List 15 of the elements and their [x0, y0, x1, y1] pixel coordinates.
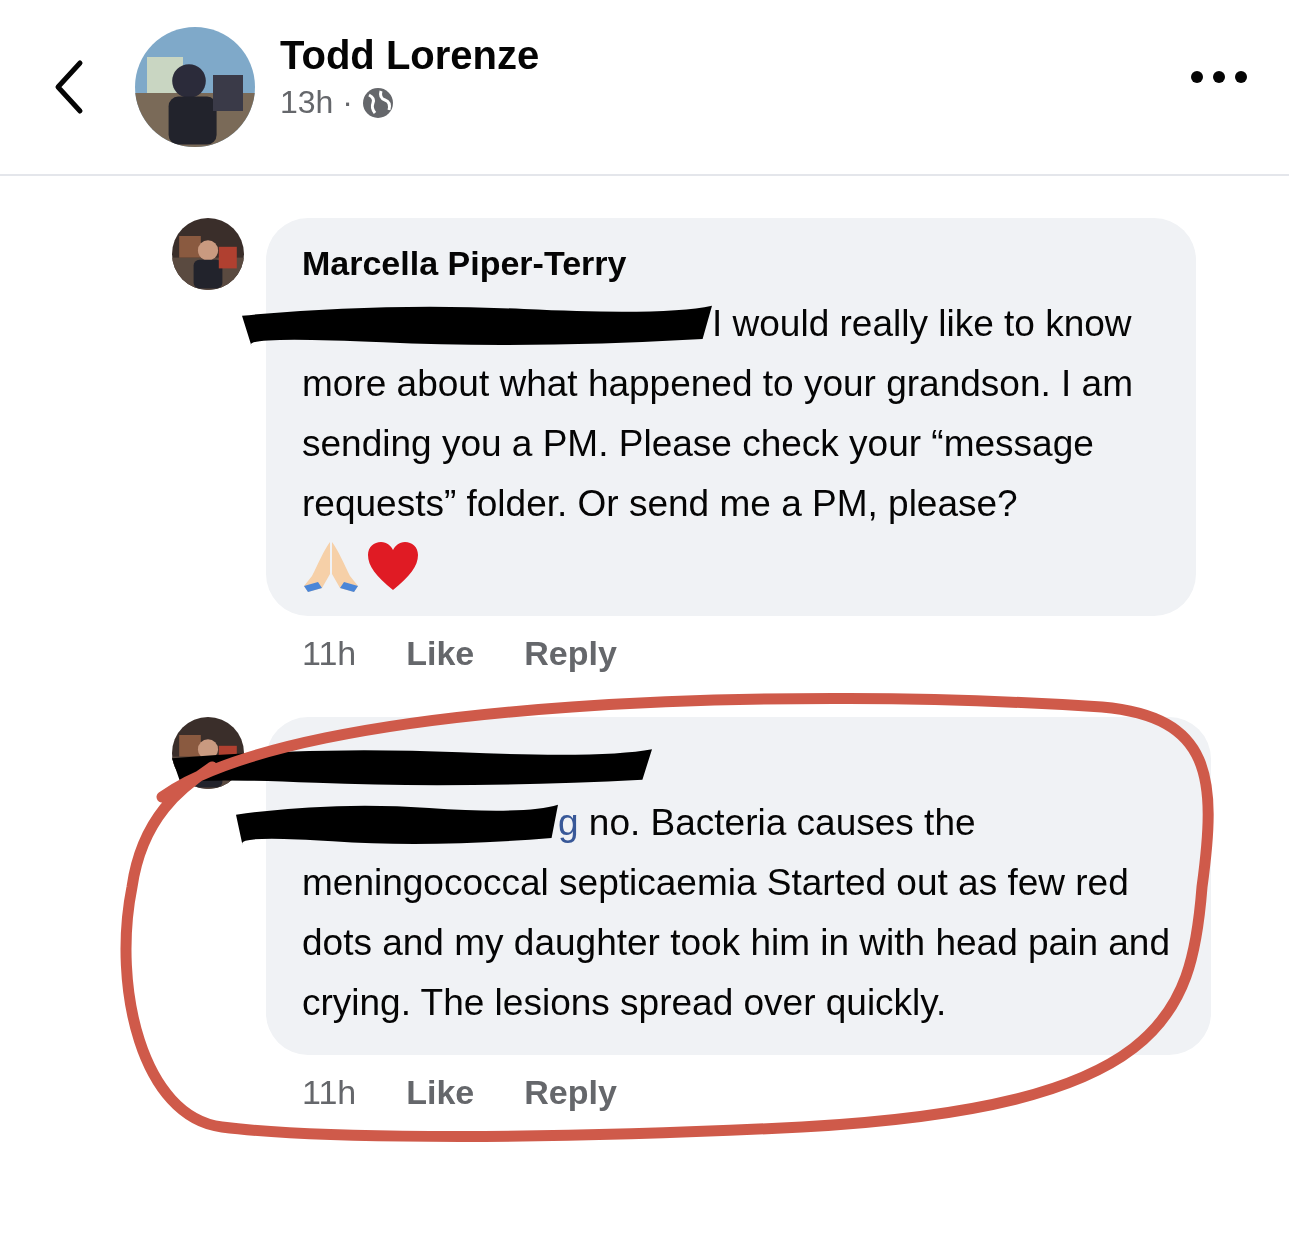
globe-icon — [360, 85, 395, 120]
comment-time: 11h — [302, 634, 357, 673]
comment-text: g no. Bacteria causes the meningococcal septicaemia Started out as few red dots and my daughter took him in with head pain and crying. The lesions spread over quickly. — [302, 801, 1171, 1025]
reply-button[interactable]: Reply — [524, 1073, 617, 1112]
like-button[interactable]: Like — [406, 634, 475, 673]
post-time: 13h · — [280, 84, 353, 121]
like-button[interactable]: Like — [406, 1073, 475, 1112]
comment-author[interactable]: Marcella Piper-Terry — [302, 244, 1166, 284]
post-author[interactable]: Todd Lorenze — [280, 33, 1189, 78]
praying-hands-icon — [302, 540, 360, 594]
heart-icon — [366, 540, 420, 592]
comment-time: 11h — [302, 1073, 357, 1112]
more-icon[interactable] — [1189, 69, 1249, 85]
comment-text: I would really like to know more about what happened to your grandson. I am sending you a PM. Please check your “message requests” folder. Or send me a PM, please? — [302, 302, 1134, 526]
reply-button[interactable]: Reply — [524, 634, 617, 673]
